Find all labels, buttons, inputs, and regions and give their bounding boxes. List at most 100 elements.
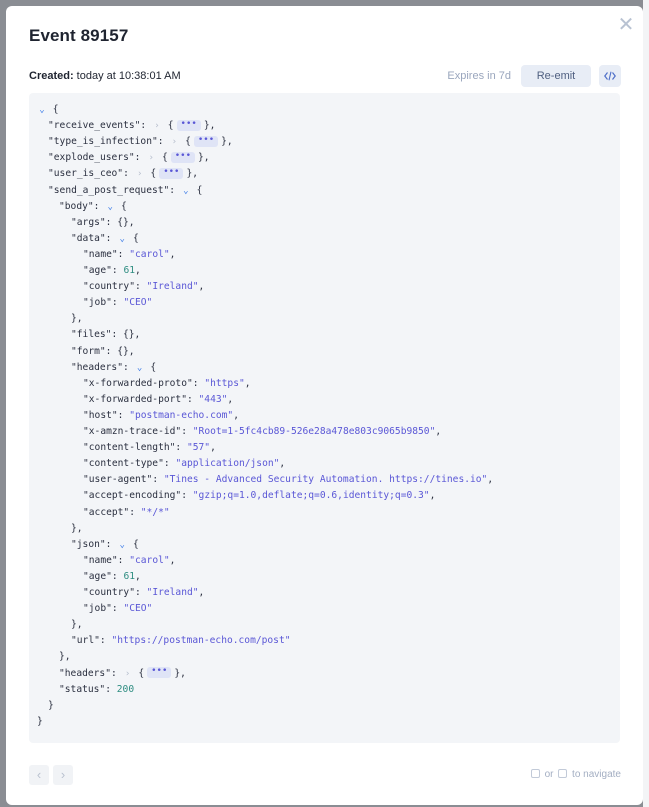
json-line: "x-forwarded-proto": "https", bbox=[83, 376, 251, 392]
json-key: "content-type" bbox=[83, 458, 164, 470]
json-punctuation: }, bbox=[203, 120, 216, 132]
chevron-right-icon[interactable]: › bbox=[169, 134, 179, 150]
json-punctuation: , bbox=[169, 554, 176, 566]
expand-ellipsis-button[interactable]: ••• bbox=[159, 167, 184, 179]
expand-ellipsis-button[interactable]: ••• bbox=[193, 135, 219, 147]
json-line: "args": {}, bbox=[71, 215, 135, 231]
json-string-value: "Ireland" bbox=[146, 587, 199, 598]
json-punctuation: , bbox=[198, 587, 205, 598]
json-line: "form": {}, bbox=[71, 344, 135, 360]
json-string-value: "Root=1-5fc4cb89-526e28a478e803c9065b985… bbox=[192, 426, 436, 437]
expand-ellipsis-button[interactable]: ••• bbox=[170, 151, 196, 163]
json-punctuation: } bbox=[37, 715, 43, 727]
json-key: "headers" bbox=[59, 667, 111, 679]
json-key: "accept-encoding" bbox=[83, 490, 182, 502]
chevron-right-icon[interactable]: › bbox=[135, 166, 145, 182]
json-line: "json": ⌄ { bbox=[71, 537, 139, 553]
json-punctuation: : bbox=[134, 281, 147, 293]
chevron-down-icon[interactable]: ⌄ bbox=[117, 537, 127, 553]
json-line: "content-length": "57", bbox=[83, 440, 216, 456]
json-string-value: "443" bbox=[198, 393, 228, 405]
json-line: "files": {}, bbox=[71, 327, 140, 343]
chevron-right-icon[interactable]: › bbox=[152, 118, 162, 134]
json-punctuation: : {}, bbox=[105, 216, 135, 228]
json-punctuation: , bbox=[210, 442, 216, 454]
chevron-down-icon[interactable]: ⌄ bbox=[117, 231, 127, 247]
json-line: "name": "carol", bbox=[83, 553, 175, 569]
json-key: "data" bbox=[71, 232, 106, 244]
json-punctuation: }, bbox=[174, 667, 186, 679]
json-line: } bbox=[48, 698, 54, 714]
event-meta-row: Created: today at 10:38:01 AM Expires in… bbox=[29, 64, 621, 90]
json-punctuation: : bbox=[117, 248, 130, 260]
json-punctuation: : bbox=[181, 490, 193, 502]
chevron-down-icon[interactable]: ⌄ bbox=[181, 183, 191, 199]
chevron-right-icon[interactable]: › bbox=[146, 150, 156, 166]
json-string-value: "carol" bbox=[129, 554, 170, 566]
json-line: "accept": "*/*" bbox=[83, 505, 170, 521]
json-string-value: "CEO" bbox=[123, 603, 153, 615]
json-punctuation: : bbox=[111, 570, 124, 582]
chevron-right-icon[interactable]: › bbox=[123, 666, 133, 682]
json-key: "receive_events" bbox=[48, 120, 141, 132]
json-key: "form" bbox=[71, 345, 106, 357]
json-number-value: 61 bbox=[123, 570, 136, 582]
json-string-value: "https" bbox=[204, 377, 245, 389]
chevron-right-icon[interactable]: › bbox=[53, 765, 73, 785]
json-key: "host" bbox=[83, 409, 118, 421]
json-punctuation: : bbox=[175, 442, 187, 454]
json-key: "headers" bbox=[71, 361, 123, 373]
json-line: }, bbox=[71, 311, 83, 327]
json-punctuation: { bbox=[132, 667, 145, 679]
json-key: "args" bbox=[71, 216, 106, 228]
code-view-button[interactable] bbox=[599, 65, 621, 87]
json-punctuation: : bbox=[122, 361, 135, 373]
json-punctuation: , bbox=[487, 474, 494, 486]
json-key: "age" bbox=[83, 265, 112, 276]
reemit-button[interactable]: Re-emit bbox=[521, 65, 591, 87]
json-line: "user_is_ceo": › {•••}, bbox=[48, 166, 198, 182]
json-punctuation: { bbox=[156, 152, 168, 164]
json-punctuation: { bbox=[161, 120, 174, 132]
chevron-down-icon[interactable]: ⌄ bbox=[105, 199, 115, 215]
json-punctuation: : {}, bbox=[111, 329, 141, 341]
json-line: "headers": › {•••}, bbox=[59, 666, 186, 682]
json-punctuation: : bbox=[117, 409, 130, 421]
json-string-value: "carol" bbox=[129, 248, 170, 260]
json-line: "name": "carol", bbox=[83, 247, 175, 263]
json-line: }, bbox=[59, 649, 71, 665]
json-punctuation: }, bbox=[71, 522, 83, 534]
json-key: "files" bbox=[71, 329, 112, 341]
json-key: "country" bbox=[83, 281, 135, 293]
json-punctuation: : bbox=[111, 265, 124, 276]
json-key: "country" bbox=[83, 587, 135, 598]
close-icon[interactable]: ✕ bbox=[617, 15, 635, 35]
json-key: "user_is_ceo" bbox=[48, 168, 124, 180]
chevron-left-icon[interactable]: ‹ bbox=[29, 765, 49, 785]
json-punctuation: { bbox=[47, 104, 59, 115]
json-key: "job" bbox=[83, 603, 112, 615]
expand-ellipsis-button[interactable]: ••• bbox=[176, 119, 201, 131]
json-punctuation: , bbox=[233, 409, 239, 421]
json-punctuation: { bbox=[144, 168, 157, 180]
json-punctuation: }, bbox=[186, 168, 199, 180]
json-punctuation: { bbox=[115, 200, 127, 212]
json-punctuation: }, bbox=[71, 313, 83, 325]
created-value: today at 10:38:01 AM bbox=[73, 70, 181, 82]
chevron-down-icon[interactable]: ⌄ bbox=[37, 102, 47, 118]
json-punctuation: }, bbox=[221, 136, 233, 148]
json-punctuation: , bbox=[279, 458, 286, 470]
json-line: "x-forwarded-port": "443", bbox=[83, 392, 233, 408]
json-key: "x-forwarded-proto" bbox=[83, 377, 193, 389]
json-punctuation: : bbox=[129, 506, 141, 518]
json-punctuation: , bbox=[169, 248, 176, 260]
json-punctuation: : bbox=[181, 426, 193, 437]
json-punctuation: : bbox=[192, 377, 205, 389]
json-line: "status": 200 bbox=[59, 682, 134, 698]
json-key: "name" bbox=[83, 554, 118, 566]
expand-ellipsis-button[interactable]: ••• bbox=[147, 667, 172, 678]
chevron-down-icon[interactable]: ⌄ bbox=[135, 360, 145, 376]
json-punctuation: : bbox=[134, 152, 147, 164]
json-string-value: "*/*" bbox=[140, 506, 170, 518]
json-line: "receive_events": › {•••}, bbox=[48, 118, 215, 134]
